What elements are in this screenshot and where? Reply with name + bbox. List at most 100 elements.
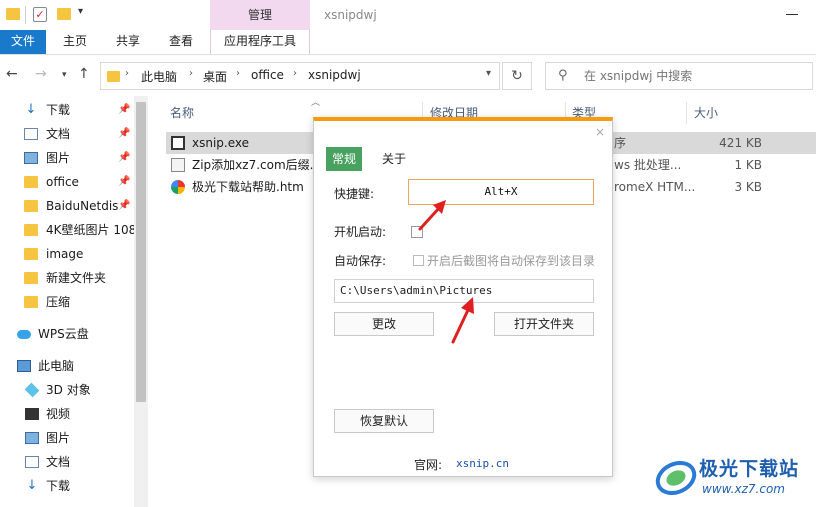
chevron-right-icon[interactable]: › bbox=[236, 68, 240, 79]
folder-icon[interactable] bbox=[6, 8, 20, 20]
hotkey-field[interactable]: Alt+X bbox=[408, 179, 594, 205]
sidebar-item-pc-documents[interactable]: 文档 bbox=[0, 451, 134, 473]
sidebar-item-label: 4K壁纸图片 108 bbox=[46, 223, 134, 237]
startup-checkbox[interactable] bbox=[411, 226, 423, 238]
pin-icon[interactable]: 📌 bbox=[118, 147, 130, 169]
sidebar-scrollbar[interactable] bbox=[134, 96, 148, 507]
sidebar-item-pc-downloads[interactable]: ↓ 下载 bbox=[0, 475, 134, 497]
change-button[interactable]: 更改 bbox=[334, 312, 434, 336]
column-header-name[interactable]: 名称 ︿ bbox=[170, 98, 320, 124]
divider bbox=[25, 6, 26, 24]
sidebar-item-label: 下载 bbox=[46, 103, 71, 117]
customize-quick-access-icon[interactable]: ▾ bbox=[78, 6, 83, 24]
sidebar-item-label: WPS云盘 bbox=[38, 327, 89, 341]
sidebar-item-pc-pictures[interactable]: 图片 bbox=[0, 427, 134, 449]
tab-about[interactable]: 关于 bbox=[376, 147, 412, 171]
file-size: 1 KB bbox=[734, 158, 762, 172]
navigation-bar: ← → ▾ ↑ › 此电脑 › 桌面 › office › xsnipdwj ▾… bbox=[0, 56, 816, 96]
folder-icon bbox=[24, 176, 38, 188]
brand-logo-icon bbox=[655, 460, 697, 496]
reset-defaults-button[interactable]: 恢复默认 bbox=[334, 409, 434, 433]
startup-label: 开机启动: bbox=[334, 225, 387, 239]
sidebar-item-baidunetdisk[interactable]: BaiduNetdis 📌 bbox=[0, 195, 134, 217]
sidebar-item-label: 图片 bbox=[46, 431, 71, 445]
website-link[interactable]: xsnip.cn bbox=[456, 457, 509, 470]
search-box[interactable]: ⚲ bbox=[545, 62, 813, 90]
sidebar-item-label: 新建文件夹 bbox=[46, 271, 107, 285]
refresh-button[interactable]: ↻ bbox=[502, 62, 532, 90]
pin-icon[interactable]: 📌 bbox=[118, 123, 130, 145]
sidebar-item-downloads[interactable]: ↓ 下载 📌 bbox=[0, 99, 134, 121]
file-type: ws 批处理... bbox=[614, 158, 682, 172]
video-icon bbox=[25, 408, 39, 420]
save-path-field[interactable]: C:\Users\admin\Pictures bbox=[334, 279, 594, 303]
tab-general[interactable]: 常规 bbox=[326, 147, 363, 171]
sidebar-item-office[interactable]: office 📌 bbox=[0, 171, 134, 193]
chevron-down-icon[interactable]: ▾ bbox=[486, 68, 491, 79]
sidebar-item-3d-objects[interactable]: 3D 对象 bbox=[0, 379, 134, 401]
scrollbar-thumb[interactable] bbox=[136, 102, 146, 402]
sort-ascending-icon: ︿ bbox=[311, 98, 321, 108]
column-header-size[interactable]: 大小 bbox=[694, 102, 718, 124]
navigation-pane: ↓ 下载 📌 文档 📌 图片 📌 office 📌 BaiduNetdis 📌 … bbox=[0, 96, 148, 507]
breadcrumb-this-pc[interactable]: 此电脑 bbox=[141, 68, 177, 85]
sidebar-item-label: image bbox=[46, 247, 84, 261]
sidebar-item-label: 视频 bbox=[46, 407, 71, 421]
hotkey-label: 快捷键: bbox=[334, 187, 375, 201]
sidebar-item-new-folder[interactable]: 新建文件夹 bbox=[0, 267, 134, 289]
back-arrow-icon[interactable]: ← bbox=[6, 66, 18, 82]
sidebar-item-label: 压缩 bbox=[46, 295, 71, 309]
sidebar-item-this-pc[interactable]: 此电脑 bbox=[0, 355, 134, 377]
pin-icon[interactable]: 📌 bbox=[118, 171, 130, 193]
sidebar-item-videos[interactable]: 视频 bbox=[0, 403, 134, 425]
autosave-checkbox[interactable] bbox=[413, 255, 424, 266]
sidebar-item-pictures[interactable]: 图片 📌 bbox=[0, 147, 134, 169]
file-size: 421 KB bbox=[719, 136, 762, 150]
sidebar-item-label: office bbox=[46, 175, 79, 189]
sidebar-item-label: 3D 对象 bbox=[46, 383, 91, 397]
3d-objects-icon bbox=[24, 382, 40, 398]
up-arrow-icon[interactable]: ↑ bbox=[78, 66, 90, 82]
column-label: 名称 bbox=[170, 106, 195, 120]
chevron-right-icon[interactable]: › bbox=[189, 68, 193, 79]
pin-icon[interactable]: 📌 bbox=[118, 99, 130, 121]
chevron-right-icon[interactable]: › bbox=[125, 68, 129, 79]
picture-icon bbox=[24, 152, 38, 164]
tab-app-tools[interactable]: 应用程序工具 bbox=[210, 30, 310, 54]
address-bar[interactable]: › 此电脑 › 桌面 › office › xsnipdwj ▾ bbox=[100, 62, 500, 90]
folder-icon bbox=[24, 224, 38, 236]
watermark-brand: 极光下载站 bbox=[699, 458, 800, 480]
watermark-url: www.xz7.com bbox=[702, 482, 785, 496]
tab-view[interactable]: 查看 bbox=[169, 30, 193, 54]
pin-icon[interactable]: 📌 bbox=[118, 195, 130, 217]
breadcrumb-xsnipdwj[interactable]: xsnipdwj bbox=[308, 68, 361, 82]
breadcrumb-desktop[interactable]: 桌面 bbox=[203, 68, 227, 85]
breadcrumb-office[interactable]: office bbox=[251, 68, 284, 82]
chevron-right-icon[interactable]: › bbox=[293, 68, 297, 79]
column-divider[interactable] bbox=[686, 102, 687, 124]
title-bar: ✓ ▾ 管理 xsnipdwj bbox=[0, 0, 816, 30]
tab-home[interactable]: 主页 bbox=[63, 30, 87, 54]
recent-locations-icon[interactable]: ▾ bbox=[62, 70, 67, 80]
sidebar-item-label: 此电脑 bbox=[38, 359, 75, 373]
sidebar-item-compressed[interactable]: 压缩 bbox=[0, 291, 134, 313]
folder-icon bbox=[24, 272, 38, 284]
search-input[interactable] bbox=[584, 67, 804, 85]
tab-share[interactable]: 共享 bbox=[116, 30, 140, 54]
tab-manage[interactable]: 管理 bbox=[210, 0, 310, 30]
download-icon: ↓ bbox=[26, 478, 38, 493]
sidebar-item-4k-wallpaper[interactable]: 4K壁纸图片 108 bbox=[0, 219, 134, 241]
sidebar-item-image[interactable]: image bbox=[0, 243, 134, 265]
open-folder-button[interactable]: 打开文件夹 bbox=[494, 312, 594, 336]
properties-icon[interactable]: ✓ bbox=[33, 7, 47, 22]
new-folder-icon[interactable] bbox=[57, 8, 71, 20]
autosave-option-label: 开启后截图将自动保存到该目录 bbox=[427, 254, 596, 268]
close-icon[interactable]: × bbox=[595, 125, 605, 139]
tab-file[interactable]: 文件 bbox=[0, 30, 46, 54]
sidebar-item-wps-cloud[interactable]: WPS云盘 bbox=[0, 323, 134, 345]
watermark: 极光下载站 www.xz7.com bbox=[650, 452, 816, 504]
sidebar-item-label: 图片 bbox=[46, 151, 71, 165]
minimize-icon[interactable] bbox=[786, 14, 798, 15]
sidebar-item-documents[interactable]: 文档 📌 bbox=[0, 123, 134, 145]
forward-arrow-icon[interactable]: → bbox=[35, 66, 47, 82]
